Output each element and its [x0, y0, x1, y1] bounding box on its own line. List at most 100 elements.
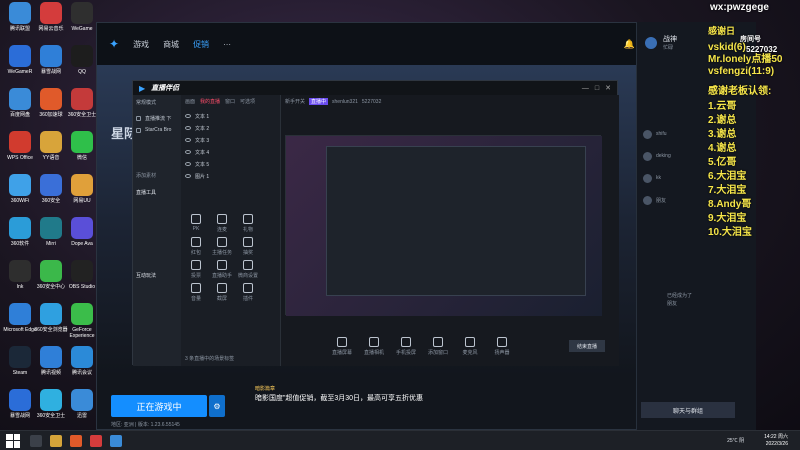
stream-control-button[interactable]: 手机投屏 — [395, 337, 417, 356]
taskbar-netease-icon[interactable] — [90, 434, 102, 447]
desktop-icon[interactable]: Dope Ava — [64, 217, 100, 247]
tool-icon — [217, 283, 227, 293]
nav-promo[interactable]: 促销 — [193, 39, 209, 50]
desktop-icon-label: WeGame — [71, 26, 93, 32]
app-icon — [9, 389, 31, 411]
tool-button[interactable]: 音量 — [185, 283, 207, 302]
scene-item[interactable]: 直播推流 下 — [136, 112, 178, 124]
windows-start-icon[interactable] — [6, 433, 20, 448]
eye-icon[interactable] — [185, 114, 191, 118]
tab-window[interactable]: 窗口 — [225, 98, 235, 105]
source-item-label: 文本 3 — [195, 137, 210, 144]
tool-button[interactable]: 微商设置 — [237, 260, 259, 279]
clock-time: 14:22 — [764, 433, 777, 440]
eye-icon[interactable] — [185, 126, 191, 130]
desktop-icon[interactable]: QQ — [64, 45, 100, 75]
tool-button[interactable]: 直播助手 — [211, 260, 233, 279]
eye-icon[interactable] — [185, 162, 191, 166]
add-source-button[interactable]: 添加素材 — [133, 168, 181, 183]
tool-button[interactable]: 投票 — [185, 260, 207, 279]
app-icon — [71, 217, 93, 239]
overlay-lines: vskid(6) Mr.lonely点播50 vsfengzi(11:9) — [708, 42, 782, 78]
app-icon — [71, 45, 93, 67]
taskbar-explorer-icon[interactable] — [50, 434, 62, 447]
nav-shop[interactable]: 商城 — [163, 39, 179, 50]
nav-games[interactable]: 游戏 — [133, 39, 149, 50]
checkbox[interactable] — [136, 115, 141, 121]
desktop-icon[interactable]: 网易UU — [64, 174, 100, 204]
maximize-icon[interactable]: □ — [595, 85, 599, 92]
source-item[interactable]: 文本 5 — [185, 158, 276, 170]
source-item-label: 文本 1 — [195, 113, 210, 120]
tab-my-live[interactable]: 我的直播 — [200, 98, 220, 105]
tool-icon — [243, 260, 253, 270]
desktop-icon[interactable]: 腾讯会议 — [64, 346, 100, 376]
thanks-list: 1.云哥 2.谢总 3.谢总 4.谢总 5.亿哥 6.大泪宝 7.大泪宝 8.Andy哥 9.大… — [708, 100, 752, 240]
desktop-icon[interactable]: 360安全卫士 — [64, 88, 100, 118]
stream-control-button[interactable]: 直播屏幕 — [331, 337, 353, 356]
desktop-icon-label: 迅雷 — [76, 413, 87, 419]
source-item[interactable]: 图片 1 — [185, 170, 276, 182]
minimize-icon[interactable]: — — [582, 85, 589, 92]
source-item[interactable]: 文本 3 — [185, 134, 276, 146]
play-button[interactable]: 正在游戏中 — [111, 395, 207, 417]
taskbar-app-icon[interactable] — [110, 434, 122, 447]
desktop-icon[interactable]: WeGame — [64, 2, 100, 32]
taskbar-browser-icon[interactable] — [70, 434, 82, 447]
tool-button[interactable]: 抽奖 — [237, 237, 259, 256]
app-icon — [9, 217, 31, 239]
stream-control-button[interactable]: 扬声器 — [491, 337, 513, 356]
tool-label: 直播助手 — [211, 273, 232, 279]
tool-button[interactable]: 主播任务 — [211, 237, 233, 256]
eye-icon[interactable] — [185, 150, 191, 154]
source-item[interactable]: 文本 2 — [185, 122, 276, 134]
tool-icon — [243, 214, 253, 224]
stream-label: 新手开关 — [285, 99, 306, 105]
eye-icon[interactable] — [185, 138, 191, 142]
bell-icon[interactable]: 🔔 — [624, 39, 635, 50]
source-item-label: 文本 2 — [195, 125, 210, 132]
end-stream-button[interactable]: 结束直播 — [569, 340, 605, 352]
source-item[interactable]: 文本 4 — [185, 146, 276, 158]
thanks-item: 1.云哥 — [708, 101, 737, 112]
stream-control-button[interactable]: 添加窗口 — [427, 337, 449, 356]
desktop-icon[interactable]: 迅雷 — [64, 389, 100, 419]
mode-select[interactable]: 常规模式 — [133, 95, 181, 110]
companion-logo-icon: ▶ — [139, 83, 146, 93]
tool-button[interactable]: PK — [185, 214, 207, 233]
tool-button[interactable]: 连麦 — [211, 214, 233, 233]
taskbar-search-icon[interactable] — [30, 434, 42, 447]
nav-more[interactable]: ··· — [223, 40, 231, 49]
promo-text: 暗影国度”超值促销，截至3月30日，最高可享五折优惠 — [255, 395, 424, 402]
tool-button[interactable]: 插件 — [237, 283, 259, 302]
scene-item[interactable]: StarCra Bro — [136, 124, 178, 136]
checkbox[interactable] — [136, 127, 141, 133]
tool-button[interactable]: 礼物 — [237, 214, 259, 233]
promo-card[interactable]: 暗影篇章 暗影国度”超值促销，截至3月30日，最高可享五折优惠 — [255, 385, 455, 403]
tab-picture[interactable]: 画面 — [185, 98, 195, 105]
clock-weekday: 周六 — [777, 433, 788, 440]
battlenet-logo-icon[interactable]: ✦ — [109, 37, 119, 51]
stream-control-button[interactable]: 麦克风 — [459, 337, 481, 356]
chat-note-2: 朋友 — [667, 301, 678, 307]
tool-label: PK — [192, 226, 200, 232]
tab-options[interactable]: 可选项 — [240, 98, 255, 105]
chat-footer-button[interactable]: 聊天与群组 — [641, 402, 735, 418]
clock-date: 2022/3/26 — [765, 440, 788, 447]
desktop-icon[interactable]: GeForce Experience — [64, 303, 100, 339]
stream-control-button[interactable]: 直播相机 — [363, 337, 385, 356]
weather-widget[interactable]: 25℃ 阴 — [727, 437, 744, 444]
friend-name: 朋友 — [656, 197, 667, 204]
thanks-header: 感谢老板认领: — [708, 86, 772, 97]
preview-canvas[interactable] — [285, 135, 602, 316]
tool-label: 投票 — [190, 273, 201, 279]
play-settings-button[interactable]: ⚙ — [209, 395, 225, 417]
tool-button[interactable]: 红包 — [185, 237, 207, 256]
clock[interactable]: 14:22 周六 2022/3/26 — [764, 434, 788, 448]
tool-button[interactable]: 截屏 — [211, 283, 233, 302]
desktop-icon[interactable]: 微信 — [64, 131, 100, 161]
eye-icon[interactable] — [185, 174, 191, 178]
desktop-icon[interactable]: OBS Studio — [64, 260, 100, 290]
source-item[interactable]: 文本 1 — [185, 110, 276, 122]
close-icon[interactable]: ✕ — [605, 84, 611, 92]
